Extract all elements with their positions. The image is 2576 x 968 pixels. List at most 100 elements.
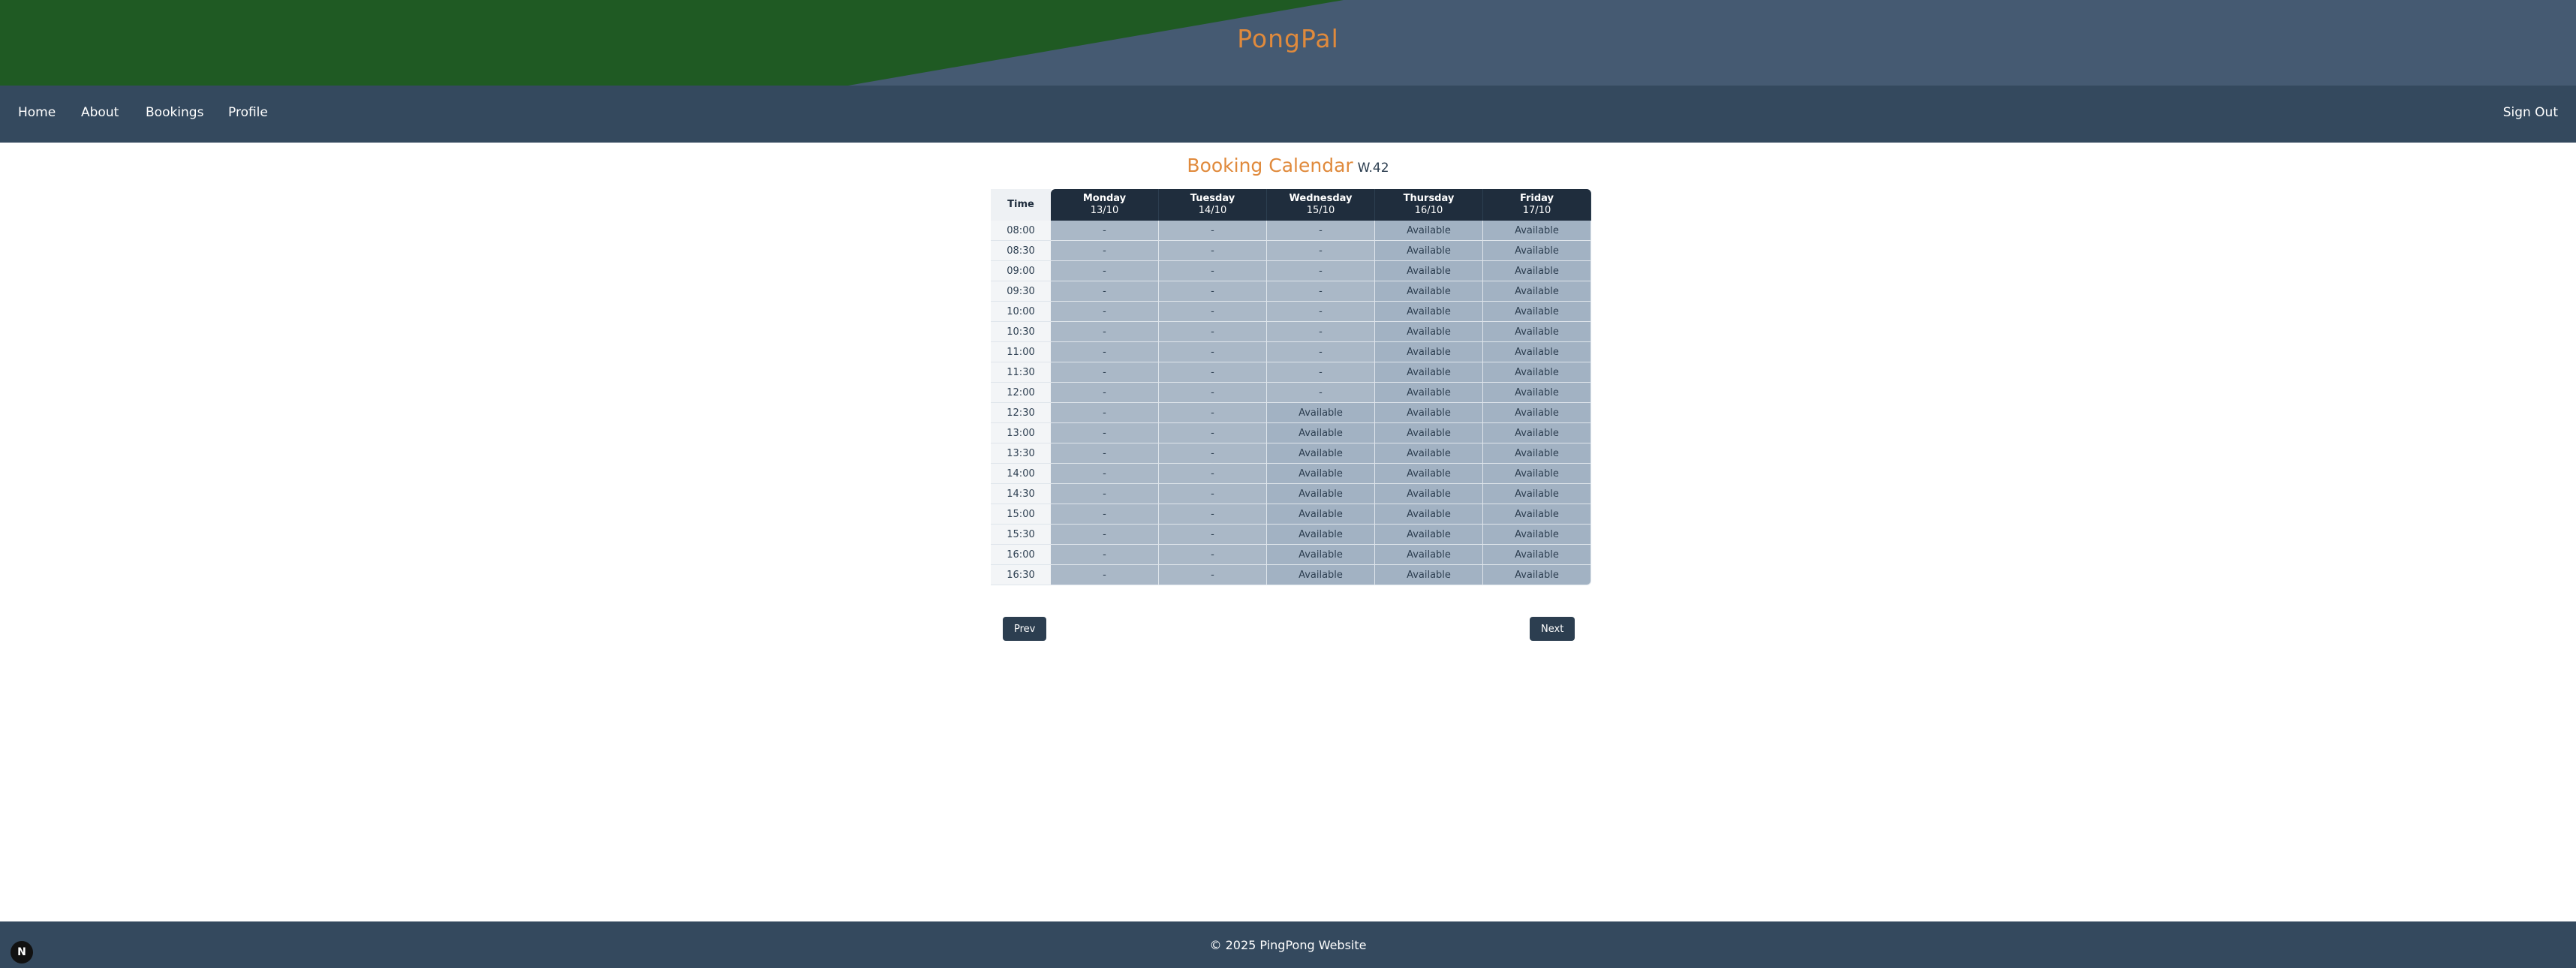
available-slot[interactable]: Available xyxy=(1375,545,1483,565)
calendar-row: 08:30- - - Available Available xyxy=(991,241,1591,261)
booking-calendar-table: Time Monday 13/10 Tuesday 14/10 Wednesday 1… xyxy=(991,189,1591,585)
available-slot[interactable]: Available xyxy=(1483,443,1591,464)
day-name: Monday xyxy=(1082,193,1127,204)
available-slot[interactable]: Available xyxy=(1483,322,1591,342)
available-slot[interactable]: Available xyxy=(1483,362,1591,383)
available-slot[interactable]: Available xyxy=(1375,342,1483,362)
unavailable-slot: - xyxy=(1267,342,1375,362)
available-slot[interactable]: Available xyxy=(1267,504,1375,525)
available-slot[interactable]: Available xyxy=(1483,525,1591,545)
available-slot[interactable]: Available xyxy=(1267,525,1375,545)
available-slot[interactable]: Available xyxy=(1267,565,1375,585)
nav-bookings[interactable]: Bookings xyxy=(146,105,203,120)
available-slot[interactable]: Available xyxy=(1267,545,1375,565)
calendar-row: 13:30- - Available Available Available xyxy=(991,443,1591,464)
calendar-row: 14:30- - Available Available Available xyxy=(991,484,1591,504)
time-slot-label: 12:00 xyxy=(991,383,1051,403)
unavailable-slot: - xyxy=(1159,464,1267,484)
available-slot[interactable]: Available xyxy=(1375,281,1483,302)
unavailable-slot: - xyxy=(1159,322,1267,342)
available-slot[interactable]: Available xyxy=(1375,241,1483,261)
time-slot-label: 08:30 xyxy=(991,241,1051,261)
time-slot-label: 15:00 xyxy=(991,504,1051,525)
calendar-row: 08:00- - - Available Available xyxy=(991,221,1591,241)
footer-copyright: © 2025 PingPong Website xyxy=(1209,938,1367,952)
unavailable-slot: - xyxy=(1159,281,1267,302)
available-slot[interactable]: Available xyxy=(1375,443,1483,464)
nav-profile[interactable]: Profile xyxy=(228,105,268,120)
available-slot[interactable]: Available xyxy=(1375,504,1483,525)
available-slot[interactable]: Available xyxy=(1375,464,1483,484)
available-slot[interactable]: Available xyxy=(1483,281,1591,302)
available-slot[interactable]: Available xyxy=(1375,525,1483,545)
available-slot[interactable]: Available xyxy=(1375,302,1483,322)
calendar-row: 15:00- - Available Available Available xyxy=(991,504,1591,525)
sign-out-link[interactable]: Sign Out xyxy=(2503,105,2558,120)
brand-logo[interactable]: PongPal xyxy=(0,24,2576,53)
unavailable-slot: - xyxy=(1051,484,1159,504)
available-slot[interactable]: Available xyxy=(1483,484,1591,504)
unavailable-slot: - xyxy=(1159,443,1267,464)
calendar-row: 11:00- - - Available Available xyxy=(991,342,1591,362)
available-slot[interactable]: Available xyxy=(1483,261,1591,281)
header-banner: PongPal xyxy=(0,0,2576,86)
unavailable-slot: - xyxy=(1267,241,1375,261)
unavailable-slot: - xyxy=(1051,525,1159,545)
nav-bar: Home About Bookings Profile Sign Out xyxy=(0,86,2576,143)
dev-tools-badge[interactable]: N xyxy=(11,941,33,963)
available-slot[interactable]: Available xyxy=(1375,221,1483,241)
unavailable-slot: - xyxy=(1051,403,1159,423)
calendar-row: 11:30- - - Available Available xyxy=(991,362,1591,383)
nav-about[interactable]: About xyxy=(81,105,119,120)
day-date: 16/10 xyxy=(1414,205,1443,216)
unavailable-slot: - xyxy=(1159,221,1267,241)
unavailable-slot: - xyxy=(1051,261,1159,281)
day-header-friday: Friday 17/10 xyxy=(1483,189,1591,221)
available-slot[interactable]: Available xyxy=(1375,362,1483,383)
time-slot-label: 14:30 xyxy=(991,484,1051,504)
available-slot[interactable]: Available xyxy=(1483,464,1591,484)
available-slot[interactable]: Available xyxy=(1483,302,1591,322)
available-slot[interactable]: Available xyxy=(1267,484,1375,504)
calendar-title: Booking Calendar W.42 xyxy=(0,155,2576,176)
time-slot-label: 16:00 xyxy=(991,545,1051,565)
nav-home[interactable]: Home xyxy=(18,105,56,120)
available-slot[interactable]: Available xyxy=(1267,443,1375,464)
unavailable-slot: - xyxy=(1051,423,1159,443)
unavailable-slot: - xyxy=(1159,565,1267,585)
available-slot[interactable]: Available xyxy=(1375,322,1483,342)
calendar-row: 16:30- - Available Available Available xyxy=(991,565,1591,585)
available-slot[interactable]: Available xyxy=(1483,423,1591,443)
available-slot[interactable]: Available xyxy=(1375,383,1483,403)
available-slot[interactable]: Available xyxy=(1267,403,1375,423)
calendar-row: 12:30- - Available Available Available xyxy=(991,403,1591,423)
available-slot[interactable]: Available xyxy=(1483,403,1591,423)
available-slot[interactable]: Available xyxy=(1375,484,1483,504)
day-header-tuesday: Tuesday 14/10 xyxy=(1159,189,1267,221)
prev-week-button[interactable]: Prev xyxy=(1003,617,1047,641)
available-slot[interactable]: Available xyxy=(1375,565,1483,585)
time-column-header: Time xyxy=(991,189,1051,221)
available-slot[interactable]: Available xyxy=(1267,423,1375,443)
day-date: 13/10 xyxy=(1090,205,1119,216)
available-slot[interactable]: Available xyxy=(1375,403,1483,423)
available-slot[interactable]: Available xyxy=(1483,504,1591,525)
unavailable-slot: - xyxy=(1051,322,1159,342)
time-slot-label: 08:00 xyxy=(991,221,1051,241)
time-slot-label: 16:30 xyxy=(991,565,1051,585)
calendar-body: 08:00- - - Available Available 08:30- - - Availa… xyxy=(991,221,1591,585)
calendar-row: 16:00- - Available Available Available xyxy=(991,545,1591,565)
next-week-button[interactable]: Next xyxy=(1530,617,1575,641)
available-slot[interactable]: Available xyxy=(1483,241,1591,261)
available-slot[interactable]: Available xyxy=(1267,464,1375,484)
unavailable-slot: - xyxy=(1159,423,1267,443)
available-slot[interactable]: Available xyxy=(1483,383,1591,403)
available-slot[interactable]: Available xyxy=(1483,342,1591,362)
available-slot[interactable]: Available xyxy=(1375,261,1483,281)
unavailable-slot: - xyxy=(1159,504,1267,525)
available-slot[interactable]: Available xyxy=(1375,423,1483,443)
available-slot[interactable]: Available xyxy=(1483,545,1591,565)
available-slot[interactable]: Available xyxy=(1483,565,1591,585)
page: PongPal Home About Bookings Profile Sign… xyxy=(0,0,2576,968)
available-slot[interactable]: Available xyxy=(1483,221,1591,241)
